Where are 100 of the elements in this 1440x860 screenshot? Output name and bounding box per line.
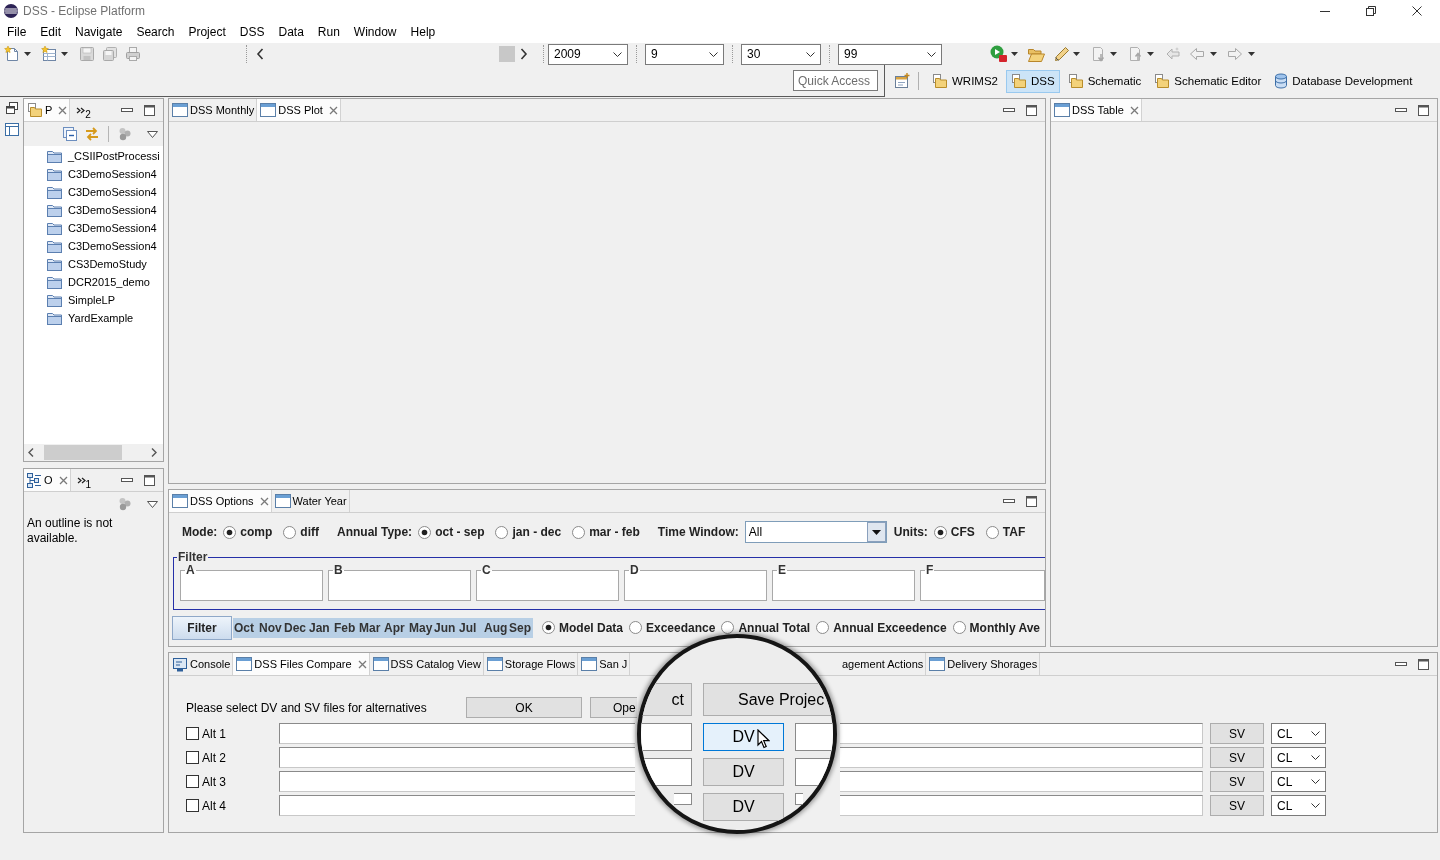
input-field[interactable]: C <box>476 564 619 601</box>
month-item[interactable]: Mar <box>358 617 383 638</box>
view-tab[interactable]: DSS Catalog View <box>369 653 484 675</box>
maximize-icon[interactable] <box>144 104 155 116</box>
menu-item[interactable]: Window <box>346 22 404 43</box>
perspective-button[interactable]: Schematic Editor <box>1149 69 1267 93</box>
save-icon[interactable] <box>79 46 95 62</box>
arrow-left-star-icon[interactable] <box>1165 46 1181 62</box>
view-menu-icon[interactable] <box>147 500 158 508</box>
dv-button[interactable]: DV <box>703 758 784 786</box>
dv-file-field[interactable] <box>279 723 635 744</box>
tree-item[interactable]: C3DemoSession4 <box>24 183 163 201</box>
perspective-button[interactable]: Database Development <box>1269 69 1418 93</box>
month-item[interactable]: Jul <box>458 617 483 638</box>
chevron-right-icon[interactable] <box>520 48 528 60</box>
ok-button[interactable]: OK <box>466 697 582 718</box>
input-field[interactable]: D <box>624 564 767 601</box>
time-window-combo[interactable]: All <box>744 521 887 543</box>
save-all-icon[interactable] <box>102 46 118 62</box>
filter-button[interactable]: Filter <box>172 615 232 640</box>
text-field[interactable] <box>795 723 833 751</box>
view-tab[interactable]: DSS Plot <box>257 99 341 121</box>
save-project-button[interactable]: Save Projec <box>703 683 833 716</box>
perspective-button[interactable]: Schematic <box>1062 69 1147 93</box>
close-icon[interactable] <box>1412 6 1422 16</box>
checkbox-option[interactable]: Alt 2 <box>186 750 279 765</box>
caret-icon[interactable] <box>24 52 31 56</box>
radio-option[interactable]: Exceedance <box>629 620 716 635</box>
radio-option[interactable]: Monthly Ave <box>952 620 1041 635</box>
radio-option[interactable]: jan - dec <box>495 525 562 539</box>
caret-icon[interactable] <box>1248 52 1255 56</box>
month-item[interactable]: Jan <box>308 617 333 638</box>
caret-icon[interactable] <box>61 52 68 56</box>
dv-file-field[interactable] <box>279 795 635 816</box>
menu-item[interactable]: Run <box>310 22 347 43</box>
month-item[interactable]: Sep <box>508 617 533 638</box>
more-views-button[interactable]: 1 <box>70 469 98 491</box>
radio-option[interactable]: TAF <box>985 525 1026 539</box>
tree-item[interactable]: YardExample <box>24 309 163 327</box>
circles-icon[interactable] <box>117 126 133 142</box>
type-combo[interactable]: CL <box>1271 747 1326 768</box>
caret-icon[interactable] <box>1210 52 1217 56</box>
type-combo[interactable]: CL <box>1271 771 1326 792</box>
print-icon[interactable] <box>125 46 141 62</box>
link-arrows-icon[interactable] <box>84 126 100 142</box>
type-combo[interactable]: CL <box>1271 723 1326 744</box>
view-tab[interactable]: P <box>24 99 71 121</box>
menu-item[interactable]: File <box>0 22 34 43</box>
radio-option[interactable]: comp <box>223 525 273 539</box>
run-icon[interactable] <box>990 45 1008 63</box>
month-item[interactable]: Apr <box>383 617 408 638</box>
quick-access-field[interactable]: Quick Access <box>793 70 878 91</box>
month-item[interactable]: Nov <box>258 617 283 638</box>
tree-item[interactable]: C3DemoSession4 <box>24 219 163 237</box>
circles-icon[interactable] <box>117 496 133 512</box>
tree-item[interactable]: DCR2015_demo <box>24 273 163 291</box>
month-item[interactable]: Dec <box>283 617 308 638</box>
restore-icon[interactable] <box>1366 6 1376 16</box>
minimize-icon[interactable] <box>1395 661 1407 667</box>
sv-button[interactable]: SV <box>1210 747 1264 768</box>
view-tab[interactable]: Console <box>169 653 234 675</box>
menu-item[interactable]: Project <box>181 22 233 43</box>
new-table-icon[interactable] <box>41 46 57 62</box>
maximize-icon[interactable] <box>1418 658 1429 670</box>
month-item[interactable]: Feb <box>333 617 358 638</box>
input-field[interactable]: F <box>920 564 1045 601</box>
pencil-icon[interactable] <box>1053 45 1070 63</box>
restore-icon[interactable] <box>5 102 18 114</box>
radio-option[interactable]: diff <box>283 525 319 539</box>
view-menu-icon[interactable] <box>147 130 158 138</box>
arrow-right-icon[interactable] <box>1227 46 1243 62</box>
dv-file-field[interactable] <box>279 771 635 792</box>
view-tab[interactable]: San J <box>578 653 631 675</box>
date-combo[interactable]: 30 <box>741 43 821 65</box>
minimize-icon[interactable] <box>1395 107 1407 113</box>
more-views-button[interactable]: 2 <box>70 99 97 121</box>
minimize-icon[interactable] <box>1003 107 1015 113</box>
month-item[interactable]: Aug <box>483 617 508 638</box>
tree-item[interactable]: CS3DemoStudy <box>24 255 163 273</box>
tree-item[interactable]: SimpleLP <box>24 291 163 309</box>
minimize-icon[interactable] <box>121 107 133 113</box>
date-combo[interactable]: 2009 <box>548 43 628 65</box>
checkbox-option[interactable]: Alt 4 <box>186 798 279 813</box>
view-tab[interactable]: DSS Options <box>169 490 272 512</box>
input-field[interactable]: E <box>772 564 915 601</box>
radio-option[interactable]: Annual Total <box>721 620 811 635</box>
view-tab[interactable]: O <box>24 469 71 491</box>
month-item[interactable]: May <box>408 617 433 638</box>
tree-item[interactable]: C3DemoSession4 <box>24 201 163 219</box>
text-field[interactable] <box>641 723 692 751</box>
dv-button[interactable]: DV <box>703 723 784 751</box>
checkbox-option[interactable]: Alt 3 <box>186 774 279 789</box>
maximize-icon[interactable] <box>1026 104 1037 116</box>
text-field[interactable] <box>795 793 803 805</box>
date-combo[interactable]: 99 <box>838 43 942 65</box>
input-field[interactable]: A <box>180 564 323 601</box>
radio-option[interactable]: oct - sep <box>418 525 485 539</box>
magnified-button[interactable]: ct <box>641 683 692 716</box>
window-icon[interactable] <box>4 123 19 136</box>
view-tab[interactable]: Delivery Shorages <box>926 653 1041 675</box>
